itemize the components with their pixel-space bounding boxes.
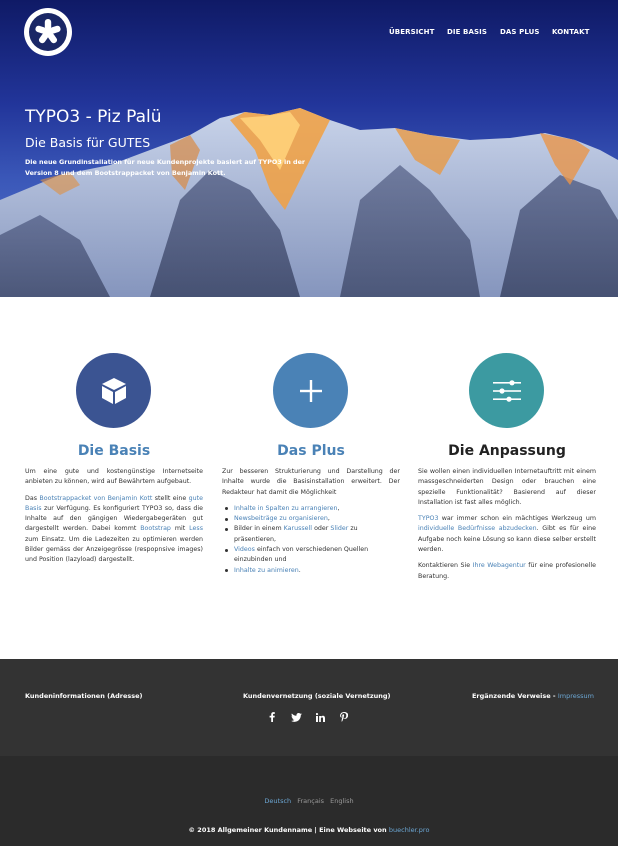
buechler-link[interactable]: buechler.pro (389, 826, 430, 834)
text-segment: , (327, 515, 330, 523)
text-segment: zum Einsatz. Um die Ladezeiten zu optimi… (25, 535, 203, 564)
text-segment: war immer schon ein mächtiges Werkzeug u… (438, 515, 596, 523)
link-slider[interactable]: Slider (330, 525, 348, 532)
impressum-link[interactable]: Impressum (558, 692, 594, 700)
features-section: Die Basis Um eine gute und kostengünstig… (0, 297, 618, 659)
feature-circle (273, 353, 348, 428)
site-logo[interactable] (24, 8, 72, 56)
nav-item-die-basis[interactable]: DIE BASIS (447, 28, 487, 36)
footer-customer-info: Kundeninformationen (Adresse) (25, 692, 143, 700)
footer-links-label: Ergänzende Verweise - (471, 692, 558, 700)
footer-top: Kundeninformationen (Adresse) Kundenvern… (0, 659, 618, 756)
feature-paragraph: Zur besseren Strukturierung und Darstell… (222, 468, 400, 496)
copyright: © 2018 Allgemeiner Kundenname | Eine Web… (0, 826, 618, 834)
text-segment: , (337, 504, 340, 512)
feature-title: Die Basis (77, 443, 151, 459)
text-segment: oder (312, 525, 331, 533)
copyright-text: © 2018 Allgemeiner Kundenname | Eine Web… (188, 826, 389, 834)
text-segment: Bilder in einem (234, 525, 284, 533)
link-individuelle-beduerfnisse[interactable]: individuelle Bedürfnisse abzudecken (418, 525, 537, 532)
plus-icon (299, 379, 322, 402)
link-inhalte-spalten[interactable]: Inhalte in Spalten zu arrangieren (234, 505, 337, 512)
text-segment: . (298, 566, 301, 574)
feature-body: Um eine gute und kostengünstige Internet… (25, 467, 203, 572)
list-item: Videos einfach von verschiedenen Quellen… (222, 545, 400, 566)
feature-circle (76, 353, 151, 428)
list-item: Inhalte in Spalten zu arrangieren, (222, 504, 400, 514)
list-item: Inhalte zu animieren. (222, 566, 400, 576)
feature-body: Sie wollen einen individuellen Interneta… (418, 467, 596, 588)
feature-paragraph: Um eine gute und kostengünstige Internet… (25, 468, 203, 486)
nav-item-uebersicht[interactable]: ÜBERSICHT (389, 28, 435, 36)
feature-paragraph: TYPO3 war immer schon ein mächtiges Werk… (418, 514, 596, 555)
list-item: Newsbeiträge zu organisieren, (222, 514, 400, 524)
footer-social-heading: Kundenvernetzung (soziale Vernetzung) (243, 692, 391, 700)
twitter-icon[interactable] (290, 711, 302, 723)
lang-francais[interactable]: Français (297, 797, 324, 805)
text-segment: einfach von verschiedenen Quellen einzub… (234, 546, 369, 564)
lang-deutsch[interactable]: Deutsch (264, 797, 291, 805)
footer-links: Ergänzende Verweise - Impressum (472, 692, 594, 700)
feature-title: Die Anpassung (448, 443, 566, 459)
text-segment: Das (25, 494, 40, 502)
feature-paragraph: Kontaktieren Sie Ihre Webagentur für ein… (418, 561, 596, 582)
link-bootstrappacket[interactable]: Bootstrappacket von Benjamin Kott (39, 495, 152, 502)
link-webagentur[interactable]: Ihre Webagentur (473, 562, 526, 569)
hero-banner: ÜBERSICHT DIE BASIS DAS PLUS KONTAKT TYP… (0, 0, 618, 297)
cube-icon (101, 377, 126, 404)
asterisk-logo-icon (35, 19, 61, 44)
sliders-icon (492, 379, 521, 402)
pinterest-icon[interactable] (338, 711, 350, 723)
link-less[interactable]: Less (189, 525, 203, 532)
lang-english[interactable]: English (330, 797, 353, 805)
logo-mark (29, 13, 67, 51)
link-bootstrap[interactable]: Bootstrap (140, 525, 171, 532)
feature-title: Das Plus (277, 443, 345, 459)
linkedin-icon[interactable] (314, 711, 326, 723)
list-item: Bilder in einem Karussell oder Slider zu… (222, 524, 400, 545)
social-icons (266, 711, 350, 723)
link-inhalte-animieren[interactable]: Inhalte zu animieren (234, 567, 299, 574)
language-switcher: Deutsch Français English (0, 797, 618, 805)
link-newsbeitraege[interactable]: Newsbeiträge zu organisieren (234, 515, 328, 522)
hero-subtitle: Die Basis für GUTES (25, 135, 151, 150)
nav-item-kontakt[interactable]: KONTAKT (552, 28, 589, 36)
footer-bottom: Deutsch Français English © 2018 Allgemei… (0, 756, 618, 846)
facebook-icon[interactable] (266, 711, 278, 723)
link-typo3[interactable]: TYPO3 (418, 515, 438, 522)
feature-paragraph: Das Bootstrappacket von Benjamin Kott st… (25, 494, 203, 566)
hero-text: Die neue Grundinstallation für neue Kund… (25, 158, 306, 177)
link-videos[interactable]: Videos (234, 546, 255, 553)
text-segment: stellt eine (152, 494, 189, 502)
feature-paragraph: Sie wollen einen individuellen Interneta… (418, 468, 596, 506)
text-segment: Kontaktieren Sie (418, 562, 473, 570)
nav-item-das-plus[interactable]: DAS PLUS (500, 28, 540, 36)
hero-title: TYPO3 - Piz Palü (25, 107, 162, 127)
feature-circle (469, 353, 544, 428)
feature-list: Inhalte in Spalten zu arrangieren, Newsb… (222, 504, 400, 576)
feature-body: Zur besseren Strukturierung und Darstell… (222, 467, 400, 576)
text-segment: mit (170, 525, 190, 533)
link-karussell[interactable]: Karussell (284, 525, 312, 532)
